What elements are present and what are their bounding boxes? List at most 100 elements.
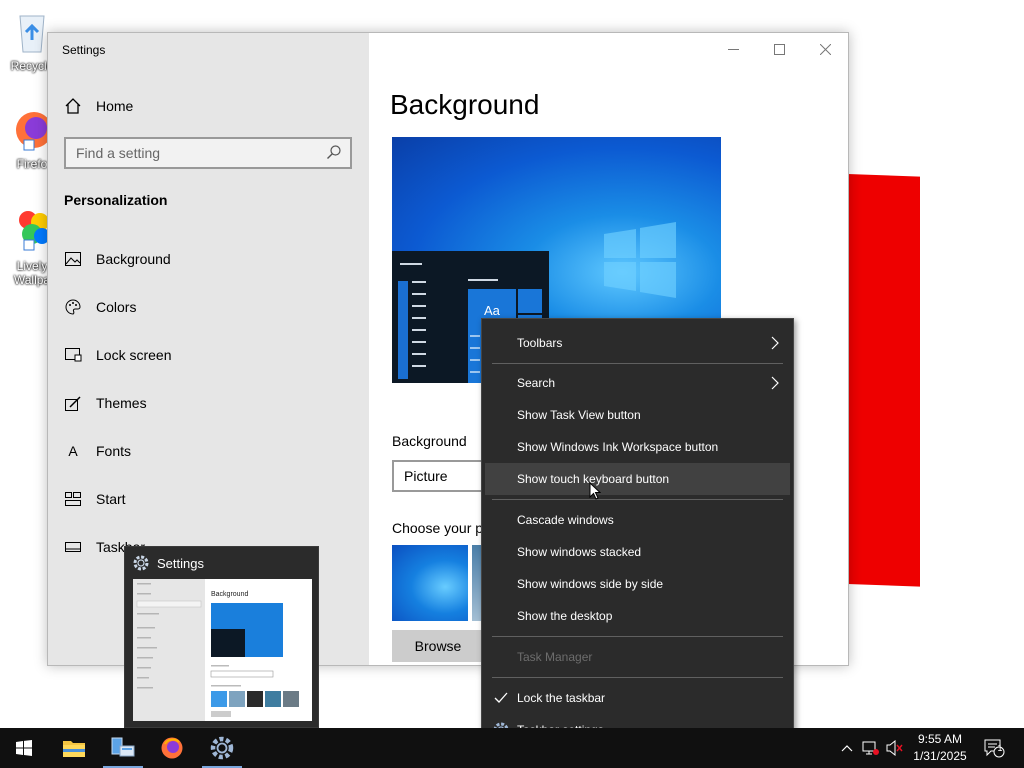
network-status-button[interactable] — [860, 728, 882, 768]
menu-item-windows-stacked[interactable]: Show windows stacked — [485, 536, 790, 568]
sidebar-item-colors[interactable]: Colors — [64, 295, 136, 319]
sidebar-item-themes[interactable]: Themes — [64, 391, 147, 415]
menu-item-label: Toolbars — [517, 336, 563, 350]
menu-separator — [492, 677, 783, 678]
menu-item-windows-side-by-side[interactable]: Show windows side by side — [485, 568, 790, 600]
menu-item-cascade-windows[interactable]: Cascade windows — [485, 504, 790, 536]
taskbar-firefox[interactable] — [148, 728, 196, 768]
minimize-icon — [727, 48, 739, 50]
menu-item-toolbars[interactable]: Toolbars — [485, 327, 790, 359]
windows-start-icon — [16, 740, 32, 756]
page-title: Background — [390, 89, 540, 120]
choose-picture-label: Choose your p — [392, 520, 484, 536]
chevron-up-icon — [841, 745, 853, 752]
menu-item-label: Show the desktop — [517, 609, 613, 623]
close-button[interactable] — [802, 33, 848, 65]
maximize-button[interactable] — [756, 33, 802, 65]
sidebar-item-label: Lock screen — [96, 347, 172, 363]
caption-buttons — [710, 33, 848, 65]
search-placeholder: Find a setting — [76, 145, 161, 161]
menu-separator — [492, 499, 783, 500]
maximize-icon — [773, 43, 785, 55]
server-manager-icon — [111, 737, 135, 757]
menu-item-label: Show windows side by side — [517, 577, 664, 591]
sidebar-item-lock-screen[interactable]: Lock screen — [64, 343, 171, 367]
find-setting-search[interactable]: Find a setting — [64, 137, 352, 169]
chevron-right-icon — [771, 376, 779, 390]
thumbnail-preview: Background — [133, 579, 312, 721]
menu-item-show-touch-keyboard[interactable]: Show touch keyboard button — [485, 463, 790, 495]
window-title: Settings — [62, 43, 106, 57]
taskbar-file-explorer[interactable] — [50, 728, 98, 768]
sidebar-item-label: Fonts — [96, 443, 132, 459]
taskbar-icon — [64, 538, 82, 556]
sidebar-item-label: Colors — [96, 299, 137, 315]
menu-item-label: Task Manager — [517, 650, 593, 664]
show-hidden-icons-button[interactable] — [836, 728, 858, 768]
settings-gear-icon — [133, 555, 149, 571]
notification-count: 1 — [997, 743, 1003, 753]
thumbnail-title: Settings — [157, 555, 204, 571]
network-disconnected-icon — [862, 741, 879, 755]
clock-time: 9:55 AM — [917, 732, 963, 746]
speaker-muted-icon — [886, 740, 903, 756]
menu-item-task-manager: Task Manager — [485, 641, 790, 673]
minimize-button[interactable] — [710, 33, 756, 65]
mouse-cursor-icon — [589, 482, 601, 500]
menu-item-search[interactable]: Search — [485, 367, 790, 399]
picture-icon — [64, 250, 82, 268]
taskbar-server-manager[interactable] — [99, 728, 147, 768]
home-link[interactable]: Home — [64, 97, 133, 115]
home-label: Home — [96, 98, 134, 114]
clock[interactable]: 9:55 AM 1/31/2025 — [908, 731, 972, 765]
close-icon — [819, 43, 831, 55]
preview-sample-text: Aa — [484, 303, 500, 318]
taskbar-context-menu: Toolbars Search Show Task View button Sh… — [481, 318, 794, 755]
taskbar: 9:55 AM 1/31/2025 1 — [0, 728, 1024, 768]
menu-item-lock-taskbar[interactable]: Lock the taskbar — [485, 682, 790, 714]
checkmark-icon — [494, 692, 508, 703]
background-type-value: Picture — [404, 468, 448, 484]
picture-thumbnail[interactable] — [392, 545, 468, 621]
menu-item-show-ink-workspace[interactable]: Show Windows Ink Workspace button — [485, 431, 790, 463]
menu-item-label: Lock the taskbar — [517, 691, 606, 705]
palette-icon — [64, 298, 82, 316]
background-label: Background — [392, 433, 467, 449]
home-icon — [65, 98, 81, 114]
clock-date: 1/31/2025 — [913, 749, 967, 763]
menu-item-label: Show Windows Ink Workspace button — [517, 440, 719, 454]
thumbnail-mini-title: Background — [211, 591, 249, 598]
action-center-button[interactable]: 1 — [976, 728, 1012, 768]
menu-item-label: Show Task View button — [517, 408, 641, 422]
sidebar-item-label: Themes — [96, 395, 147, 411]
start-icon — [64, 490, 82, 508]
section-title: Personalization — [64, 192, 168, 208]
themes-icon — [64, 394, 82, 412]
fonts-icon: A — [68, 443, 78, 459]
menu-item-label: Show windows stacked — [517, 545, 642, 559]
menu-item-show-desktop[interactable]: Show the desktop — [485, 600, 790, 632]
menu-separator — [492, 636, 783, 637]
taskbar-window-thumbnail[interactable]: Settings Background — [124, 546, 319, 728]
sidebar-item-label: Background — [96, 251, 171, 267]
sidebar-item-label: Start — [96, 491, 126, 507]
lock-screen-icon — [64, 346, 82, 364]
menu-item-label: Search — [517, 376, 556, 390]
windows-logo-icon — [604, 222, 676, 298]
gear-icon — [210, 736, 234, 760]
sidebar-item-fonts[interactable]: A Fonts — [64, 439, 131, 463]
sidebar-item-background[interactable]: Background — [64, 247, 171, 271]
search-icon — [327, 145, 341, 159]
volume-button[interactable] — [884, 728, 906, 768]
recycle-bin-icon — [19, 15, 45, 53]
folder-icon — [63, 741, 85, 757]
taskbar-settings[interactable] — [198, 728, 246, 768]
thumbnail-title-bar: Settings — [133, 555, 204, 571]
start-button[interactable] — [0, 728, 48, 768]
chevron-right-icon — [771, 336, 779, 350]
menu-item-label: Cascade windows — [517, 513, 614, 527]
browse-button[interactable]: Browse — [392, 630, 484, 662]
menu-separator — [492, 363, 783, 364]
sidebar-item-start[interactable]: Start — [64, 487, 126, 511]
menu-item-show-task-view[interactable]: Show Task View button — [485, 399, 790, 431]
